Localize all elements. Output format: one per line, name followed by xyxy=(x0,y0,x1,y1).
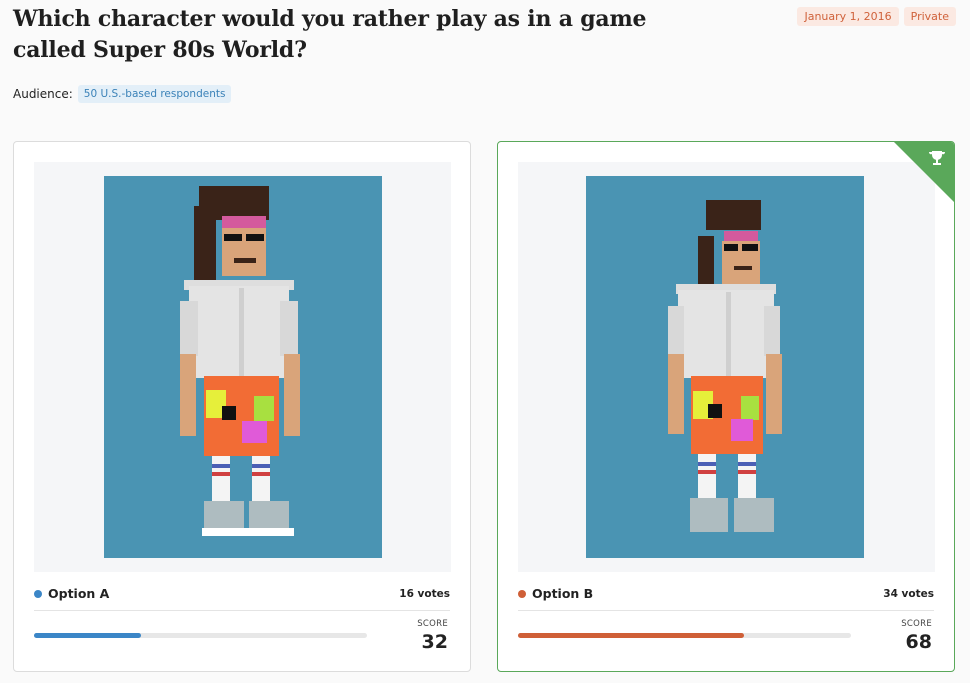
option-a-color-dot xyxy=(34,589,42,598)
poll-meta: January 1, 2016 Private xyxy=(797,7,956,26)
option-a-label-row: Option A xyxy=(34,586,109,601)
option-card-b[interactable]: Option B 34 votes SCORE 68 xyxy=(497,141,955,672)
divider xyxy=(34,610,450,611)
option-a-progress-fill xyxy=(34,633,141,638)
option-a-image[interactable] xyxy=(104,176,382,558)
option-b-color-dot xyxy=(518,589,526,598)
visibility-badge: Private xyxy=(903,7,956,26)
date-badge: January 1, 2016 xyxy=(797,7,899,26)
character-a-sprite xyxy=(180,186,300,536)
trophy-icon xyxy=(928,151,946,165)
option-a-score-label: SCORE xyxy=(417,619,448,629)
character-b-sprite xyxy=(668,200,782,532)
option-a-progress-track xyxy=(34,633,367,638)
option-b-score-label: SCORE xyxy=(901,619,932,629)
option-b-progress-fill xyxy=(518,633,745,638)
option-b-score: 68 xyxy=(905,631,932,653)
divider xyxy=(518,610,934,611)
option-a-score: 32 xyxy=(421,631,448,653)
option-b-name: Option B xyxy=(532,586,594,601)
option-b-label-row: Option B xyxy=(518,586,593,601)
poll-title: Which character would you rather play as… xyxy=(13,6,647,63)
option-image-frame xyxy=(34,162,451,572)
option-b-votes: 34 votes xyxy=(883,588,934,600)
option-card-a[interactable]: Option A 16 votes SCORE 32 xyxy=(13,141,471,672)
option-image-frame xyxy=(518,162,935,572)
audience-label: Audience: xyxy=(13,87,73,101)
option-a-name: Option A xyxy=(48,586,110,601)
option-b-image[interactable] xyxy=(586,176,864,558)
option-b-progress-track xyxy=(518,633,851,638)
option-a-votes: 16 votes xyxy=(399,588,450,600)
audience-row: Audience: 50 U.S.-based respondents xyxy=(13,85,232,103)
audience-badge[interactable]: 50 U.S.-based respondents xyxy=(77,85,232,103)
